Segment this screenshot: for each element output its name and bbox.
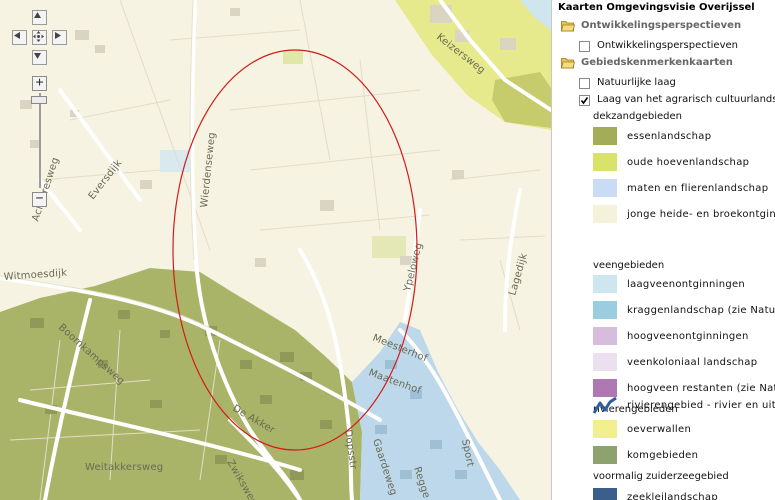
legend-swatch (593, 153, 617, 171)
legend-group-label: dekzandgebieden (593, 111, 682, 122)
legend-swatch (593, 353, 617, 371)
legend-title: Kaarten Omgevingsvisie Overijssel (558, 2, 755, 13)
legend-item-label: veenkoloniaal landschap (627, 357, 758, 368)
zoom-out-button[interactable]: − (32, 192, 47, 207)
legend-panel: Kaarten Omgevingsvisie Overijssel Ontwik… (551, 0, 775, 500)
legend-item-label: zeekleilandschap (627, 492, 718, 500)
zoom-slider-track[interactable] (39, 93, 41, 188)
layer-label-natuurlijke-laag[interactable]: Natuurlijke laag (597, 77, 676, 88)
legend-item-label: jonge heide- en broekontginningslandscha… (627, 209, 775, 220)
map-area-green-patch-2 (372, 236, 406, 258)
map-area-green-patch-1 (283, 50, 303, 64)
legend-item-label: essenlandschap (627, 131, 712, 142)
legend-item-label: hoogveenontginningen (627, 331, 749, 342)
folder-open-icon[interactable] (561, 20, 575, 32)
legend-item-label: laagveenontginningen (627, 279, 746, 290)
layer-label-agrarisch-cultuurlandschap[interactable]: Laag van het agrarisch cultuurlandschap (597, 94, 775, 105)
folder-open-icon[interactable] (561, 57, 575, 69)
legend-swatch (593, 301, 617, 319)
legend-swatch (593, 327, 617, 345)
legend-item-label: rivierengebied - rivier en uiterwaarden (627, 400, 775, 411)
pan-home-button[interactable] (32, 30, 47, 45)
layer-checkbox-agrarisch-cultuurlandschap[interactable] (579, 95, 590, 106)
river-line-icon (592, 396, 617, 414)
layer-checkbox-ontwikkelingsperspectieven[interactable] (579, 41, 590, 52)
legend-item-label: oeverwallen (627, 424, 692, 435)
zoom-in-button[interactable]: + (32, 76, 47, 91)
checkmark-icon (580, 97, 589, 105)
arrow-left-icon (14, 32, 20, 39)
legend-swatch (593, 446, 617, 464)
legend-group-label: veengebieden (593, 260, 665, 271)
pan-right-button[interactable] (52, 30, 67, 45)
layer-label-ontwikkelingsperspectieven[interactable]: Ontwikkelingsperspectieven (597, 40, 738, 51)
map-canvas: Keizersweg Eversdijk Achteresweg Wierden… (0, 0, 551, 500)
zoom-slider-handle[interactable] (31, 96, 47, 104)
legend-group-label: voormalig zuiderzeegebied (593, 471, 729, 482)
pan-down-button[interactable] (32, 50, 47, 65)
pan-left-button[interactable] (12, 30, 27, 45)
pan-up-button[interactable] (32, 10, 47, 25)
legend-item-label: oude hoevenlandschap (627, 157, 750, 168)
folder-label-gebiedskenmerkenkaarten[interactable]: Gebiedskenmerkenkaarten (581, 57, 733, 68)
legend-item-label: kraggenlandschap (zie Natuurlijke laag) (627, 305, 775, 316)
street-label-weitakkersweg: Weitakkersweg (85, 462, 163, 473)
legend-item-label: komgebieden (627, 450, 699, 461)
arrow-down-icon (34, 53, 41, 59)
legend-item-label: maten en flierenlandschap (627, 183, 769, 194)
pan-cross-icon (33, 31, 44, 42)
layer-checkbox-natuurlijke-laag[interactable] (579, 78, 590, 89)
arrow-right-icon (55, 32, 61, 39)
legend-swatch (593, 205, 617, 223)
folder-label-ontwikkelingsperspectieven[interactable]: Ontwikkelingsperspectieven (581, 20, 741, 31)
legend-item-label: hoogveen restanten (zie Natuurlijke laag… (627, 383, 775, 394)
legend-swatch (593, 179, 617, 197)
map-view[interactable]: Keizersweg Eversdijk Achteresweg Wierden… (0, 0, 551, 500)
legend-swatch (593, 275, 617, 293)
legend-swatch (593, 488, 617, 500)
legend-swatch (593, 420, 617, 438)
arrow-up-icon (34, 12, 41, 18)
legend-swatch (593, 127, 617, 145)
